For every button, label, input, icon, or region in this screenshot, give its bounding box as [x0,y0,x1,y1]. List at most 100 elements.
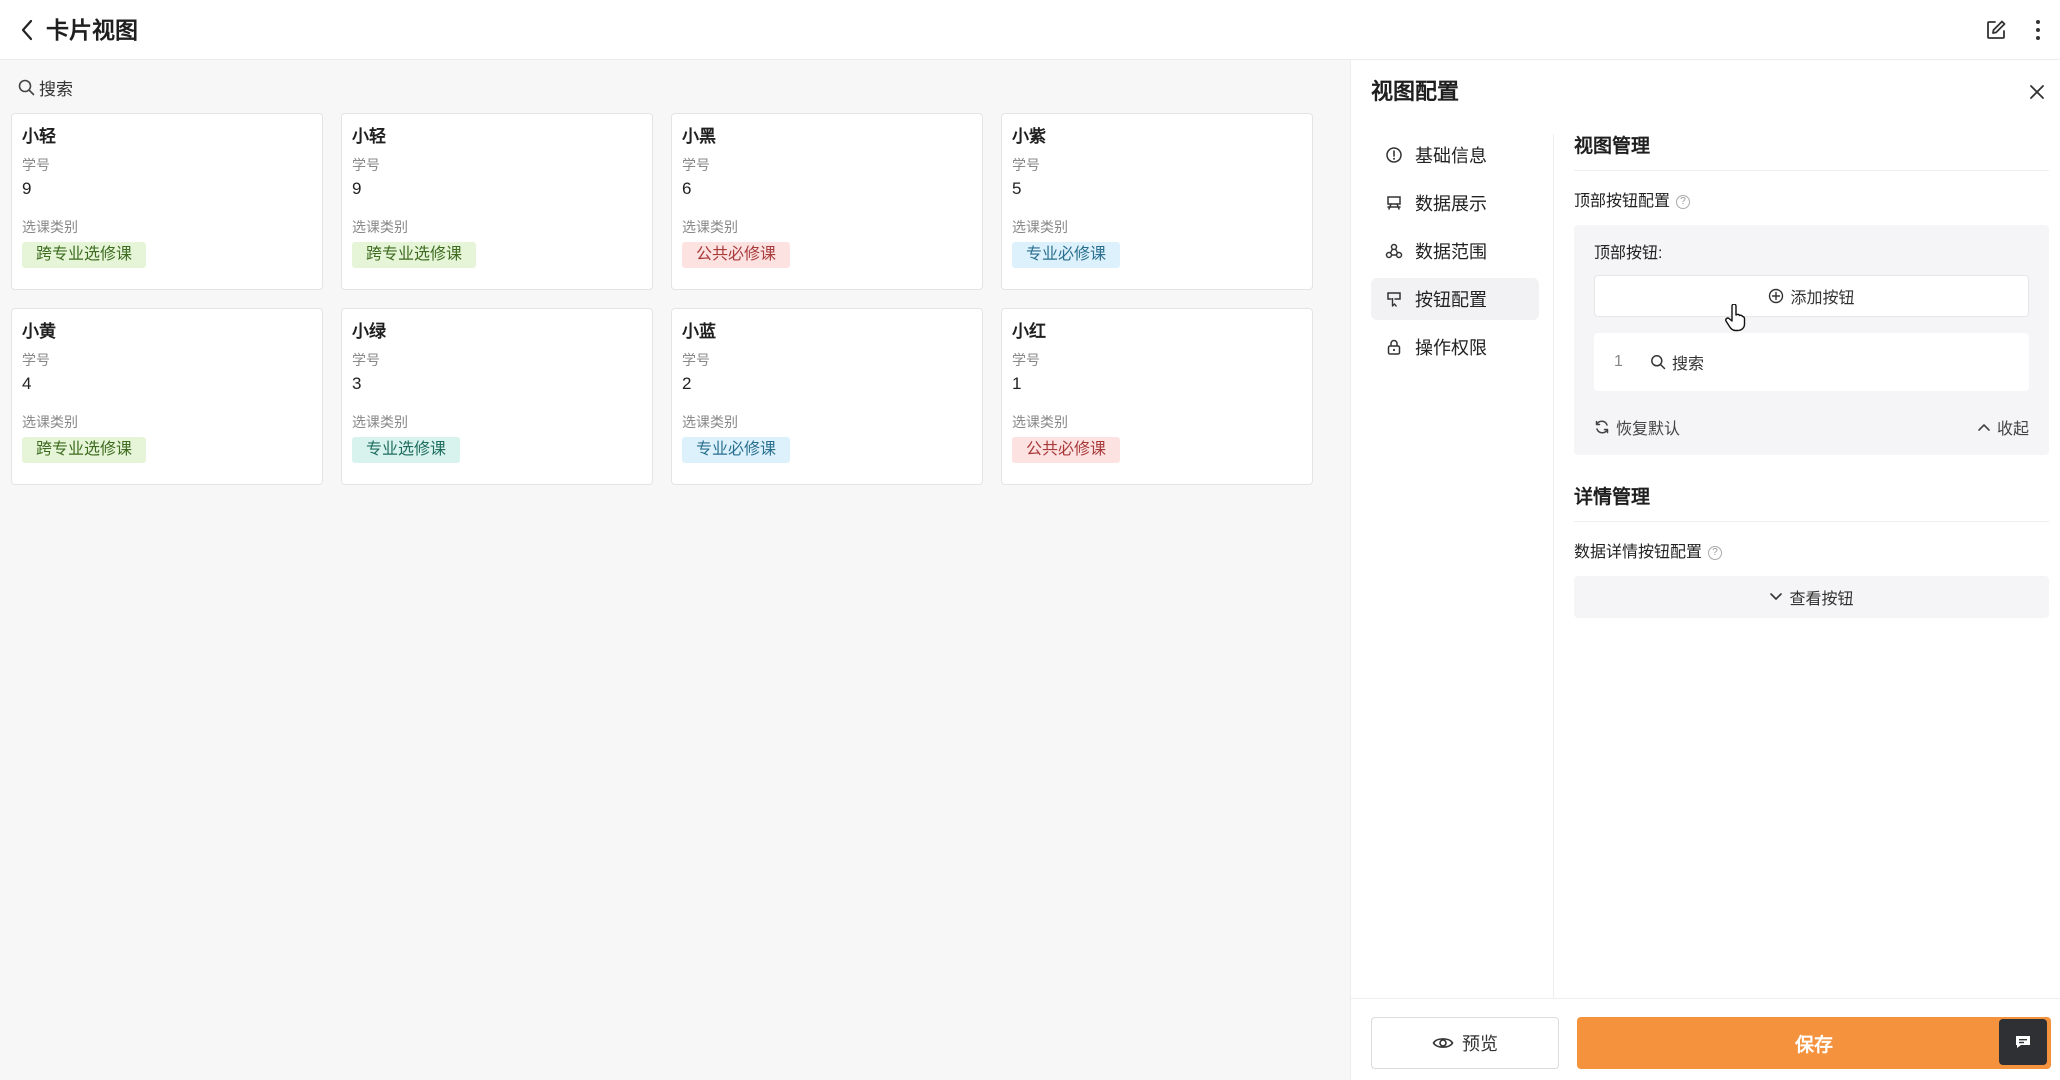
button-index: 1 [1614,353,1623,370]
card-id-value: 2 [682,374,692,393]
search-placeholder: 搜索 [39,79,73,99]
button-entry-label: 搜索 [1672,356,1705,373]
card-id-value: 5 [1012,179,1022,198]
card-category-label: 选课类别 [352,414,408,430]
add-button-label: 添加按钮 [1790,290,1855,307]
category-tag: 跨专业选修课 [22,242,147,268]
card-id-label: 学号 [1012,352,1040,368]
top-button-config-text: 顶部按钮配置 [1574,193,1671,210]
category-tag: 跨专业选修课 [22,437,147,463]
card-id-label: 学号 [1012,157,1040,173]
student-card[interactable]: 小轻 学号 9 选课类别 跨专业选修课 [341,113,653,290]
student-card[interactable]: 小轻 学号 9 选课类别 跨专业选修课 [11,113,323,290]
more-button[interactable] [2026,16,2050,44]
more-vertical-icon [2036,20,2040,40]
card-id-label: 学号 [352,157,380,173]
card-category-label: 选课类别 [1012,414,1068,430]
help-icon[interactable]: ? [1676,195,1691,209]
student-card[interactable]: 小蓝 学号 2 选课类别 专业必修课 [671,308,983,485]
card-id-value: 9 [352,179,362,198]
search-box[interactable]: 搜索 [18,74,73,100]
add-button[interactable]: 添加按钮 [1594,275,2029,317]
lock-icon [1387,339,1401,355]
preview-label: 预览 [1462,1034,1498,1054]
detail-button-config-label: 数据详情按钮配置 ? [1574,542,2049,564]
collapse-label: 收起 [1996,421,2029,438]
card-grid: 小轻 学号 9 选课类别 跨专业选修课 小轻 学号 9 选课类别 跨专业选修课 … [11,113,1314,485]
student-card[interactable]: 小黄 学号 4 选课类别 跨专业选修课 [11,308,323,485]
card-id-value: 4 [22,374,32,393]
card-id-label: 学号 [682,157,710,173]
card-name: 小紫 [1012,127,1046,146]
config-nav: 基础信息 数据展示 数据范围 按钮配置 操作权限 [1371,134,1539,374]
restore-default-button[interactable]: 恢复默认 [1594,415,1680,439]
search-icon [18,79,35,95]
nav-divider [1553,134,1554,1034]
app-header: 卡片视图 [0,0,2060,60]
top-buttons-box: 顶部按钮: 添加按钮 1 搜索 恢复默认 收起 [1574,225,2049,455]
help-icon[interactable]: ? [1708,546,1723,560]
button-entry: 搜索 [1650,350,1704,374]
card-id-value: 3 [352,374,362,393]
student-card[interactable]: 小绿 学号 3 选课类别 专业选修课 [341,308,653,485]
nav-item-label: 基础信息 [1415,146,1487,166]
edit-icon [1987,20,2006,39]
view-buttons-toggle[interactable]: 查看按钮 [1574,576,2049,618]
nav-item-basic-info[interactable]: 基础信息 [1371,134,1539,176]
card-name: 小黑 [682,127,716,146]
category-tag: 跨专业选修课 [352,242,477,268]
panel-footer: 预览 保存 [1351,998,2060,1080]
card-name: 小黄 [22,322,56,341]
close-icon [2030,85,2044,99]
collapse-button[interactable]: 收起 [1977,415,2029,439]
back-button[interactable] [14,16,40,44]
hand-cursor-icon [1725,304,1746,332]
card-category-label: 选课类别 [22,414,78,430]
top-button-row[interactable]: 1 搜索 [1594,333,2029,391]
display-icon [1387,196,1401,210]
chat-button[interactable] [1999,1019,2047,1065]
preview-button[interactable]: 预览 [1371,1017,1559,1069]
top-button-config-label: 顶部按钮配置 ? [1574,191,2049,213]
edit-button[interactable] [1982,16,2010,44]
nav-item-label: 按钮配置 [1415,290,1487,310]
category-tag: 公共必修课 [682,242,791,268]
detail-button-config-text: 数据详情按钮配置 [1574,544,1703,561]
detail-management-title: 详情管理 [1574,485,2049,522]
button-config-icon [1387,292,1401,307]
eye-icon [1432,1038,1454,1048]
student-card[interactable]: 小紫 学号 5 选课类别 专业必修课 [1001,113,1313,290]
save-label: 保存 [1794,1034,1833,1056]
student-card[interactable]: 小红 学号 1 选课类别 公共必修课 [1001,308,1313,485]
close-panel-button[interactable] [2023,78,2051,106]
card-id-value: 1 [1012,374,1022,393]
info-circle-icon [1386,147,1402,163]
nav-item-label: 数据范围 [1415,242,1487,262]
chevron-left-icon [21,19,33,41]
card-id-label: 学号 [682,352,710,368]
card-id-label: 学号 [22,352,50,368]
card-category-label: 选课类别 [22,219,78,235]
card-id-label: 学号 [22,157,50,173]
nav-item-permissions[interactable]: 操作权限 [1371,326,1539,368]
card-id-label: 学号 [352,352,380,368]
config-content: 视图管理 顶部按钮配置 ? 顶部按钮: 添加按钮 1 搜索 恢复默认 收起 详情… [1574,134,2049,618]
nav-item-data-display[interactable]: 数据展示 [1371,182,1539,224]
plus-circle-icon [1769,288,1784,304]
card-category-label: 选课类别 [682,414,738,430]
save-button[interactable]: 保存 [1577,1017,2051,1069]
nav-item-label: 操作权限 [1415,338,1487,358]
view-config-panel: 视图配置 基础信息 数据展示 数据范围 按钮配置 操作权限 视图管理 顶部按钮配… [1350,60,2060,1080]
chevron-down-icon [1770,593,1783,600]
top-buttons-label: 顶部按钮: [1594,245,1663,262]
search-icon [1651,355,1666,370]
box-footer: 恢复默认 收起 [1594,415,2029,439]
restore-default-label: 恢复默认 [1616,421,1681,438]
panel-title: 视图配置 [1371,79,1460,104]
category-tag: 专业必修课 [682,437,791,463]
nav-item-data-range[interactable]: 数据范围 [1371,230,1539,272]
student-card[interactable]: 小黑 学号 6 选课类别 公共必修课 [671,113,983,290]
category-tag: 公共必修课 [1012,437,1121,463]
nav-item-button-config[interactable]: 按钮配置 [1371,278,1539,320]
page-title: 卡片视图 [46,17,138,43]
